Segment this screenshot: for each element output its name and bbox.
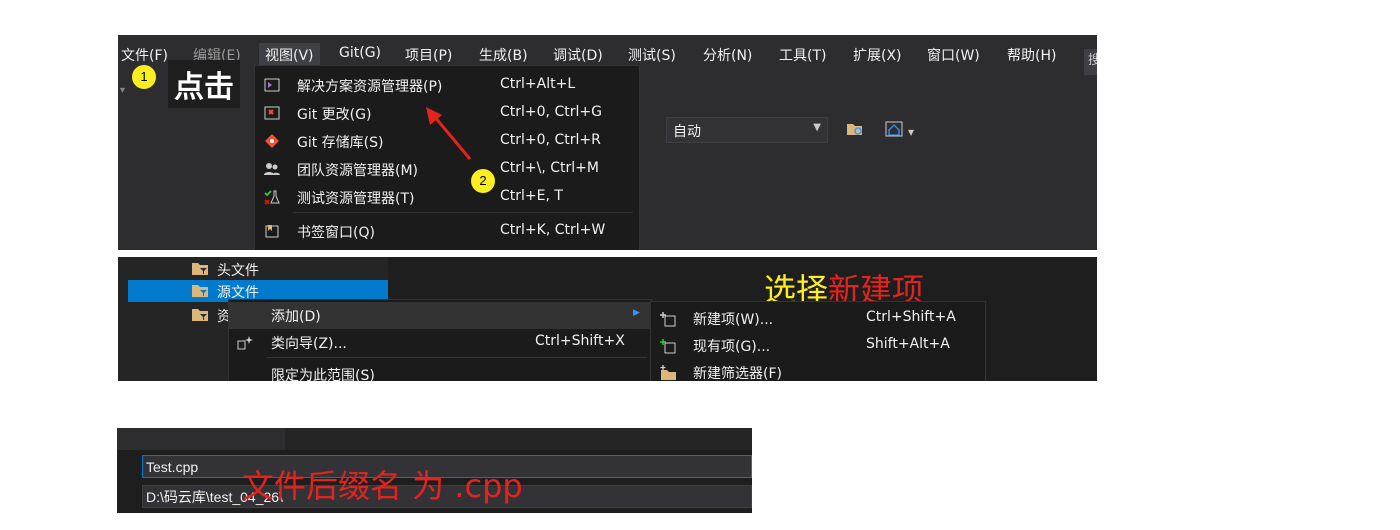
- menu-item-new-item[interactable]: 新建项(W)... Ctrl+Shift+A: [651, 305, 985, 332]
- annotation-click: 点击: [168, 60, 240, 108]
- solution-config-combo[interactable]: 自动 ▼: [666, 117, 828, 143]
- view-menu-screenshot: 文件(F) 编辑(E) 视图(V) Git(G) 项目(P) 生成(B) 调试(…: [118, 35, 1097, 250]
- menu-analyze[interactable]: 分析(N): [703, 45, 752, 65]
- menu-item-scope-to-this[interactable]: 限定为此范围(S): [229, 361, 651, 381]
- menu-item-shortcut: Ctrl+0, Ctrl+G: [500, 104, 602, 120]
- menu-item-label: 类向导(Z)...: [271, 336, 347, 352]
- menu-project[interactable]: 项目(P): [405, 45, 452, 65]
- menu-item-shortcut: Ctrl+Shift+X: [535, 333, 625, 349]
- menu-tools[interactable]: 工具(T): [779, 45, 826, 65]
- menu-test[interactable]: 测试(S): [628, 45, 676, 65]
- combo-value: 自动: [673, 124, 701, 140]
- menu-item-label: 新建筛选器(F): [693, 366, 782, 381]
- menu-item-shortcut: Ctrl+Shift+A: [866, 309, 956, 325]
- overflow-icon[interactable]: ▾: [908, 125, 926, 141]
- add-submenu: 新建项(W)... Ctrl+Shift+A 现有项(G)... Shift+A…: [650, 301, 986, 381]
- dialog-header: [117, 428, 752, 450]
- menu-item-label: Git 存储库(S): [297, 135, 384, 151]
- git-changes-icon: [264, 106, 280, 120]
- filter-folder-icon: [192, 285, 208, 297]
- menu-item-new-filter[interactable]: 新建筛选器(F): [651, 359, 985, 381]
- tree-item-header-files[interactable]: 头文件: [128, 258, 388, 280]
- new-filter-icon: [660, 365, 676, 380]
- menu-item-shortcut: Ctrl+\, Ctrl+M: [500, 160, 599, 176]
- menu-item-label: Git 更改(G): [297, 107, 372, 123]
- bookmark-icon: [265, 225, 279, 238]
- menu-item-shortcut: Shift+Alt+A: [866, 336, 950, 352]
- menu-window[interactable]: 窗口(W): [927, 45, 980, 65]
- find-folder-icon[interactable]: [846, 121, 864, 137]
- menu-item-label: 测试资源管理器(T): [297, 191, 415, 207]
- context-menu: 添加(D) ▶ 类向导(Z)... Ctrl+Shift+X 限定为此范围(S): [228, 299, 652, 381]
- menu-item-label: 团队资源管理器(M): [297, 163, 419, 179]
- git-repository-icon: [265, 134, 279, 148]
- menu-item-existing-item[interactable]: 现有项(G)... Shift+Alt+A: [651, 332, 985, 359]
- search-input[interactable]: 搜: [1084, 49, 1097, 75]
- team-explorer-icon: [264, 163, 280, 175]
- dialog-tab-strip: [117, 428, 285, 450]
- menu-item-label: 书签窗口(Q): [297, 225, 375, 241]
- menu-item-label: 现有项(G)...: [693, 339, 771, 355]
- menu-item-shortcut: Ctrl+E, T: [500, 188, 563, 204]
- existing-item-icon: [660, 339, 676, 354]
- menu-item-shortcut: Ctrl+Alt+L: [500, 76, 576, 92]
- new-file-dialog-screenshot: 文件后缀名 为 .cpp: [117, 428, 752, 513]
- home-icon[interactable]: [885, 121, 903, 137]
- menu-item-label: 新建项(W)...: [693, 312, 774, 328]
- solution-explorer-icon: [264, 78, 280, 92]
- dropdown-arrow-icon[interactable]: ▾: [120, 85, 138, 101]
- step-badge-2: 2: [471, 169, 495, 193]
- menu-item-label: 解决方案资源管理器(P): [297, 79, 443, 95]
- menu-extensions[interactable]: 扩展(X): [853, 45, 902, 65]
- new-item-icon: [660, 312, 676, 327]
- menu-separator: [267, 357, 647, 358]
- menu-item-shortcut: Ctrl+K, Ctrl+W: [500, 222, 606, 238]
- submenu-arrow-icon: ▶: [633, 308, 640, 318]
- menu-item-label: 添加(D): [271, 309, 321, 325]
- menu-build[interactable]: 生成(B): [479, 45, 528, 65]
- add-new-item-screenshot: 头文件 源文件 资 选择新建项 添加(D) ▶ 类向导(Z)... Ctrl+S…: [118, 257, 1097, 381]
- step-badge-1: 1: [132, 65, 156, 89]
- menu-item-class-wizard[interactable]: 类向导(Z)... Ctrl+Shift+X: [229, 329, 651, 356]
- test-explorer-icon: [264, 190, 280, 205]
- annotation-file-extension: 文件后缀名 为 .cpp: [242, 467, 523, 505]
- menu-git[interactable]: Git(G): [339, 45, 381, 61]
- menu-item-solution-explorer[interactable]: 解决方案资源管理器(P) Ctrl+Alt+L: [255, 71, 639, 99]
- menu-item-test-explorer[interactable]: 测试资源管理器(T) Ctrl+E, T: [255, 183, 639, 211]
- menu-separator: [293, 212, 633, 213]
- menu-item-label: 限定为此范围(S): [271, 368, 375, 381]
- menu-item-add[interactable]: 添加(D) ▶: [229, 302, 651, 329]
- menu-help[interactable]: 帮助(H): [1007, 45, 1056, 65]
- menu-item-shortcut: Ctrl+0, Ctrl+R: [500, 132, 601, 148]
- class-wizard-icon: [237, 336, 253, 350]
- tree-item-label: 头文件: [217, 263, 259, 279]
- chevron-down-icon: ▼: [813, 122, 821, 133]
- menu-view[interactable]: 视图(V): [259, 43, 320, 67]
- annotation-arrow-icon: [426, 107, 472, 160]
- filter-folder-icon: [192, 263, 208, 275]
- menu-file[interactable]: 文件(F): [121, 45, 168, 65]
- menu-item-bookmark-window[interactable]: 书签窗口(Q) Ctrl+K, Ctrl+W: [255, 217, 639, 245]
- filter-folder-icon: [192, 309, 208, 321]
- menu-debug[interactable]: 调试(D): [553, 45, 603, 65]
